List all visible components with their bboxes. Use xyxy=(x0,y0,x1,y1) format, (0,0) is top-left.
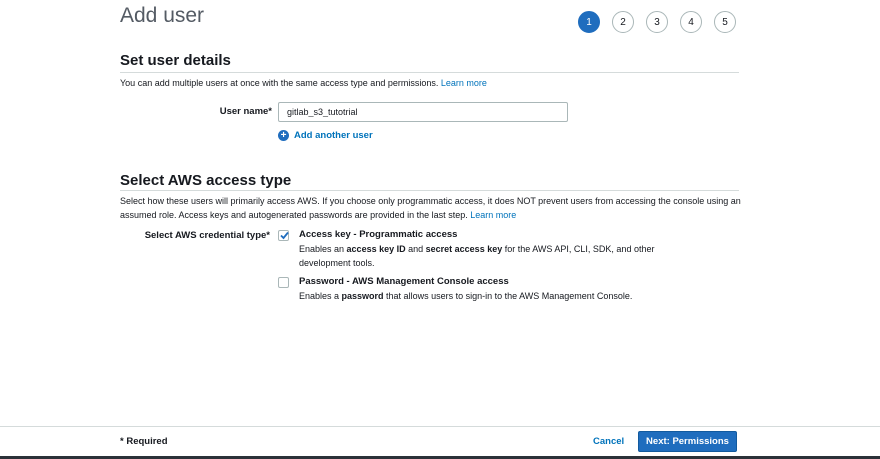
desc-text: and xyxy=(405,244,426,254)
wizard-steps: 1 2 3 4 5 xyxy=(578,11,736,33)
access-key-option[interactable]: Access key - Programmatic access Enables… xyxy=(278,228,669,270)
step-5[interactable]: 5 xyxy=(714,11,736,33)
access-key-option-text: Access key - Programmatic access Enables… xyxy=(299,228,669,270)
desc-text: that allows users to sign-in to the AWS … xyxy=(383,291,633,301)
page-title: Add user xyxy=(120,4,205,27)
password-checkbox[interactable] xyxy=(278,277,289,288)
cancel-button[interactable]: Cancel xyxy=(593,436,624,447)
set-user-details-description: You can add multiple users at once with … xyxy=(120,76,745,90)
section-divider xyxy=(120,72,739,73)
required-note: * Required xyxy=(120,436,168,447)
access-key-title: Access key - Programmatic access xyxy=(299,229,458,240)
password-option-text: Password - AWS Management Console access… xyxy=(299,275,632,303)
description-text: Select how these users will primarily ac… xyxy=(120,196,741,220)
step-2[interactable]: 2 xyxy=(612,11,634,33)
desc-bold: password xyxy=(341,291,384,301)
password-title: Password - AWS Management Console access xyxy=(299,276,509,287)
step-3[interactable]: 3 xyxy=(646,11,668,33)
checkmark-icon xyxy=(280,231,289,240)
credential-type-label: Select AWS credential type* xyxy=(144,230,270,241)
access-key-description: Enables an access key ID and secret acce… xyxy=(299,242,669,270)
learn-more-link[interactable]: Learn more xyxy=(470,210,516,220)
user-name-label: User name* xyxy=(219,106,272,117)
add-another-user-label: Add another user xyxy=(294,130,373,141)
user-name-input[interactable] xyxy=(278,102,568,122)
add-another-user-button[interactable]: + Add another user xyxy=(278,130,373,141)
set-user-details-heading: Set user details xyxy=(120,52,231,69)
description-text: You can add multiple users at once with … xyxy=(120,78,439,88)
password-description: Enables a password that allows users to … xyxy=(299,289,632,303)
access-key-checkbox[interactable] xyxy=(278,230,289,241)
password-option[interactable]: Password - AWS Management Console access… xyxy=(278,275,632,303)
section-divider xyxy=(120,190,739,191)
next-permissions-button[interactable]: Next: Permissions xyxy=(638,431,737,452)
step-1[interactable]: 1 xyxy=(578,11,600,33)
learn-more-link[interactable]: Learn more xyxy=(441,78,487,88)
plus-circle-icon: + xyxy=(278,130,289,141)
desc-text: Enables an xyxy=(299,244,347,254)
access-type-heading: Select AWS access type xyxy=(120,172,292,189)
desc-text: Enables a xyxy=(299,291,342,301)
desc-bold: access key ID xyxy=(346,244,406,254)
step-4[interactable]: 4 xyxy=(680,11,702,33)
desc-bold: secret access key xyxy=(425,244,503,254)
footer: * Required Cancel Next: Permissions xyxy=(0,426,880,459)
access-type-description: Select how these users will primarily ac… xyxy=(120,194,745,222)
